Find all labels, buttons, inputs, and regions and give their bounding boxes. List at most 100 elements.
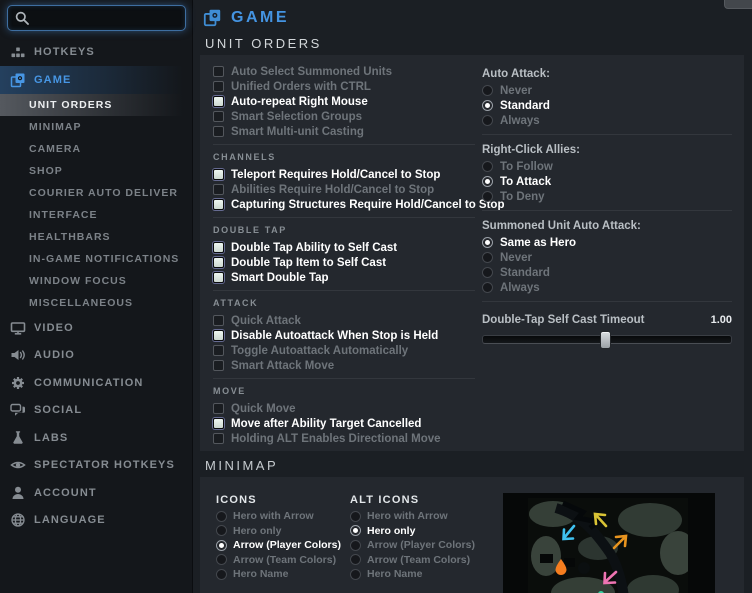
radio-label: Arrow (Player Colors) [233,539,341,552]
radio-option[interactable]: Arrow (Team Colors) [350,553,475,568]
radio-option[interactable]: Arrow (Team Colors) [216,553,341,568]
search-box[interactable] [7,5,186,31]
sidebar-item-language[interactable]: LANGUAGE [0,507,192,535]
radio-group-label: Auto Attack: [482,68,550,80]
checkbox-row[interactable]: Toggle Autoattack Automatically [213,343,475,358]
checkbox-row[interactable]: Capturing Structures Require Hold/Cancel… [213,197,504,212]
group-general: Auto Select Summoned Units Unified Order… [213,59,475,144]
radio-label: To Deny [500,190,545,203]
checkbox-row[interactable]: Move after Ability Target Cancelled [213,416,475,431]
sidebar-item-label: ACCOUNT [34,486,97,499]
checkbox-row[interactable]: Double Tap Item to Self Cast [213,255,475,270]
sidebar-item-healthbars[interactable]: HEALTHBARS [0,226,192,248]
checkbox-row[interactable]: Disable Autoattack When Stop is Held [213,328,475,343]
checkbox-row[interactable]: Smart Multi-unit Casting [213,124,475,139]
checkbox-label: Smart Selection Groups [231,110,363,123]
sidebar-item-window-focus[interactable]: WINDOW FOCUS [0,270,192,292]
checkbox-label: Quick Attack [231,314,301,327]
sidebar-item-label: COURIER AUTO DELIVER [29,187,178,199]
checkbox-row[interactable]: Auto-repeat Right Mouse [213,94,475,109]
sidebar-item-hotkeys[interactable]: HOTKEYS [0,38,192,66]
sidebar-item-shop[interactable]: SHOP [0,160,192,182]
checkbox-label: Toggle Autoattack Automatically [231,344,409,357]
checkbox-label: Holding ALT Enables Directional Move [231,432,441,445]
radio-label: Arrow (Team Colors) [233,553,337,566]
sidebar-item-game[interactable]: GAME [0,66,192,94]
radio-icon [482,282,493,293]
section-header: GAME [203,8,289,27]
globe-icon [10,512,26,528]
radio-option[interactable]: Always [482,113,732,128]
radio-option[interactable]: Arrow (Player Colors) [350,538,475,553]
radio-option[interactable]: Same as Hero [482,235,732,250]
radio-option[interactable]: To Attack [482,174,732,189]
game-icon [10,72,26,88]
checkbox-icon [213,418,224,429]
checkbox-row[interactable]: Smart Double Tap [213,270,475,285]
checkbox-row[interactable]: Abilities Require Hold/Cancel to Stop [213,182,475,197]
sidebar-item-camera[interactable]: CAMERA [0,138,192,160]
sidebar-item-label: MINIMAP [29,121,82,133]
radio-option[interactable]: Arrow (Player Colors) [216,538,341,553]
checkbox-icon [213,257,224,268]
sidebar-item-label: HEALTHBARS [29,231,111,243]
radio-option[interactable]: Never [482,250,732,265]
radio-option[interactable]: Standard [482,98,732,113]
slider-group-double-tap-timeout: Double-Tap Self Cast Timeout 1.00 [482,302,732,349]
sidebar-item-account[interactable]: ACCOUNT [0,479,192,507]
checkbox-label: Quick Move [231,402,296,415]
radio-option[interactable]: Hero only [216,524,341,539]
minimap-section-title: MINIMAP [205,458,279,473]
radio-icon [482,100,493,111]
checkbox-icon [213,433,224,444]
radio-label: Never [500,84,532,97]
checkbox-row[interactable]: Smart Attack Move [213,358,475,373]
window-button-partial[interactable] [724,0,752,9]
slider-handle[interactable] [599,331,611,349]
sidebar-item-minimap[interactable]: MINIMAP [0,116,192,138]
radio-icon [482,267,493,278]
sidebar-item-miscellaneous[interactable]: MISCELLANEOUS [0,292,192,314]
checkbox-row[interactable]: Teleport Requires Hold/Cancel to Stop [213,167,475,182]
radio-option[interactable]: Standard [482,265,732,280]
checkbox-row[interactable]: Quick Attack [213,313,475,328]
checkbox-row[interactable]: Auto Select Summoned Units [213,64,475,79]
search-input[interactable] [35,11,179,25]
sidebar-item-social[interactable]: SOCIAL [0,397,192,425]
radio-group-minimap-icons: ICONS Hero with Arrow Hero only Arrow (P… [216,493,341,582]
radio-option[interactable]: Hero with Arrow [350,509,475,524]
slider-value: 1.00 [710,314,732,326]
sidebar-item-labs[interactable]: LABS [0,424,192,452]
sidebar-item-unit-orders[interactable]: UNIT ORDERS [0,94,192,116]
radio-option[interactable]: To Deny [482,189,732,204]
slider-track[interactable] [482,331,732,349]
checkbox-row[interactable]: Double Tap Ability to Self Cast [213,240,475,255]
main-content: GAME UNIT ORDERS Auto Select Summoned Un… [193,0,752,593]
checkbox-label: Smart Attack Move [231,359,335,372]
radio-option[interactable]: Hero Name [216,567,341,582]
sidebar-item-courier-auto-deliver[interactable]: COURIER AUTO DELIVER [0,182,192,204]
checkbox-label: Auto Select Summoned Units [231,65,393,78]
sidebar-item-video[interactable]: VIDEO [0,314,192,342]
sidebar-item-audio[interactable]: AUDIO [0,342,192,370]
radio-option[interactable]: Always [482,280,732,295]
radio-label: Always [500,114,540,127]
radio-group-label: ICONS [216,494,257,506]
checkbox-row[interactable]: Smart Selection Groups [213,109,475,124]
sidebar-item-ingame-notifications[interactable]: IN-GAME NOTIFICATIONS [0,248,192,270]
radio-option[interactable]: Hero only [350,524,475,539]
radio-option[interactable]: To Follow [482,159,732,174]
checkbox-row[interactable]: Quick Move [213,401,475,416]
checkbox-row[interactable]: Holding ALT Enables Directional Move [213,431,475,446]
checkbox-label: Auto-repeat Right Mouse [231,95,368,108]
radio-icon [350,539,361,551]
sidebar-item-communication[interactable]: COMMUNICATION [0,369,192,397]
radio-option[interactable]: Hero Name [350,567,475,582]
radio-option[interactable]: Never [482,83,732,98]
radio-option[interactable]: Hero with Arrow [216,509,341,524]
checkbox-row[interactable]: Unified Orders with CTRL [213,79,475,94]
hotkeys-icon [10,44,26,60]
sidebar-item-interface[interactable]: INTERFACE [0,204,192,226]
checkbox-column: Auto Select Summoned Units Unified Order… [213,59,504,451]
sidebar-item-spectator-hotkeys[interactable]: SPECTATOR HOTKEYS [0,452,192,480]
